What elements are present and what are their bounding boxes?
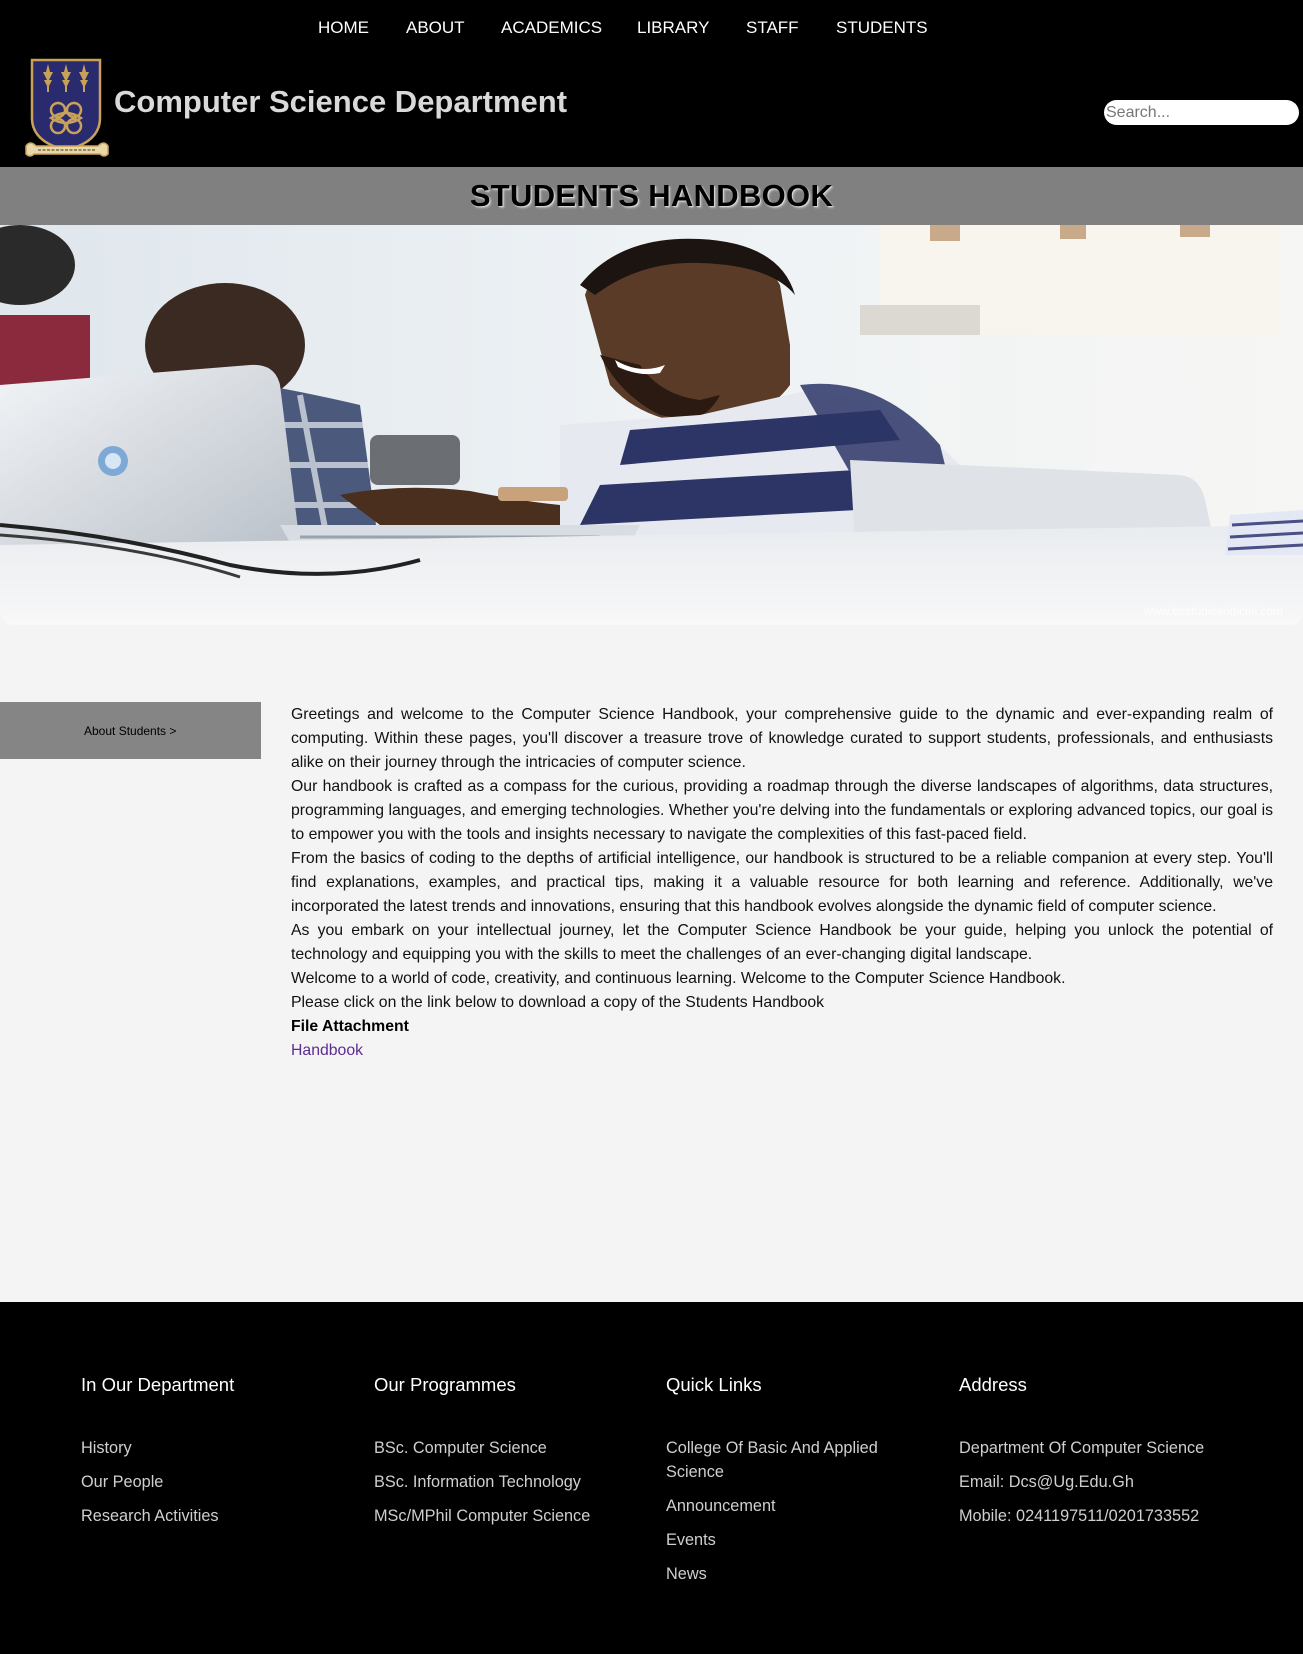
- site-title[interactable]: Computer Science Department: [114, 84, 567, 120]
- footer-department-column: In Our Department History Our People Res…: [81, 1374, 351, 1538]
- hero-watermark: www.bsstudiosofficial.com: [1143, 604, 1283, 618]
- footer-link-news[interactable]: News: [666, 1562, 896, 1586]
- footer-programmes-column: Our Programmes BSc. Computer Science BSc…: [374, 1374, 644, 1538]
- nav-academics[interactable]: ACADEMICS: [501, 18, 602, 38]
- footer-link-our-people[interactable]: Our People: [81, 1470, 351, 1494]
- nav-staff[interactable]: STAFF: [746, 18, 799, 38]
- footer-link-bsc-computer-science[interactable]: BSc. Computer Science: [374, 1436, 644, 1460]
- footer-link-bsc-information-technology[interactable]: BSc. Information Technology: [374, 1470, 644, 1494]
- footer-address-mobile: Mobile: 0241197511/0201733552: [959, 1507, 1200, 1525]
- page-title-bar: STUDENTS HANDBOOK: [0, 167, 1303, 225]
- footer-department-heading: In Our Department: [81, 1374, 235, 1395]
- footer-link-announcement[interactable]: Announcement: [666, 1494, 896, 1518]
- article-paragraph: Greetings and welcome to the Computer Sc…: [291, 706, 1273, 771]
- nav-library[interactable]: LIBRARY: [637, 18, 709, 38]
- article-paragraph: From the basics of coding to the depths …: [291, 850, 1273, 915]
- hero-photo: www.bsstudiosofficial.com: [0, 225, 1303, 625]
- page-title: STUDENTS HANDBOOK: [469, 178, 834, 213]
- article-paragraph: As you embark on your intellectual journ…: [291, 922, 1273, 963]
- nav-about[interactable]: ABOUT: [406, 18, 465, 38]
- search-input[interactable]: [1104, 100, 1299, 125]
- nav-students[interactable]: STUDENTS: [836, 18, 928, 38]
- footer-address-heading: Address: [959, 1374, 1027, 1395]
- footer-address-email: Email: Dcs@Ug.Edu.Gh: [959, 1473, 1134, 1491]
- footer-link-msc-mphil-computer-science[interactable]: MSc/MPhil Computer Science: [374, 1504, 644, 1528]
- footer-link-history[interactable]: History: [81, 1436, 351, 1460]
- footer-link-college-basic-applied-science[interactable]: College Of Basic And Applied Science: [666, 1436, 896, 1484]
- footer-address-department: Department Of Computer Science: [959, 1439, 1205, 1457]
- site-footer: In Our Department History Our People Res…: [0, 1302, 1303, 1654]
- sidebar-about-students-label: About Students >: [84, 724, 177, 738]
- footer-quick-links-column: Quick Links College Of Basic And Applied…: [666, 1374, 896, 1596]
- article-paragraph: Please click on the link below to downlo…: [291, 994, 825, 1011]
- footer-programmes-heading: Our Programmes: [374, 1374, 516, 1395]
- site-header: HOME ABOUT ACADEMICS LIBRARY STAFF STUDE…: [0, 0, 1303, 167]
- handbook-download-link[interactable]: Handbook: [291, 1042, 363, 1059]
- nav-home[interactable]: HOME: [318, 18, 369, 38]
- file-attachment-label: File Attachment: [291, 1018, 409, 1035]
- handbook-article: Greetings and welcome to the Computer Sc…: [291, 703, 1273, 1063]
- footer-address-column: Address Department Of Computer Science E…: [959, 1374, 1259, 1538]
- footer-quick-links-heading: Quick Links: [666, 1374, 762, 1395]
- article-paragraph: Our handbook is crafted as a compass for…: [291, 778, 1273, 843]
- article-paragraph: Welcome to a world of code, creativity, …: [291, 970, 1066, 987]
- footer-link-events[interactable]: Events: [666, 1528, 896, 1552]
- university-crest-icon[interactable]: [24, 58, 110, 161]
- footer-link-research-activities[interactable]: Research Activities: [81, 1504, 351, 1528]
- sidebar-about-students-button[interactable]: About Students >: [0, 702, 261, 759]
